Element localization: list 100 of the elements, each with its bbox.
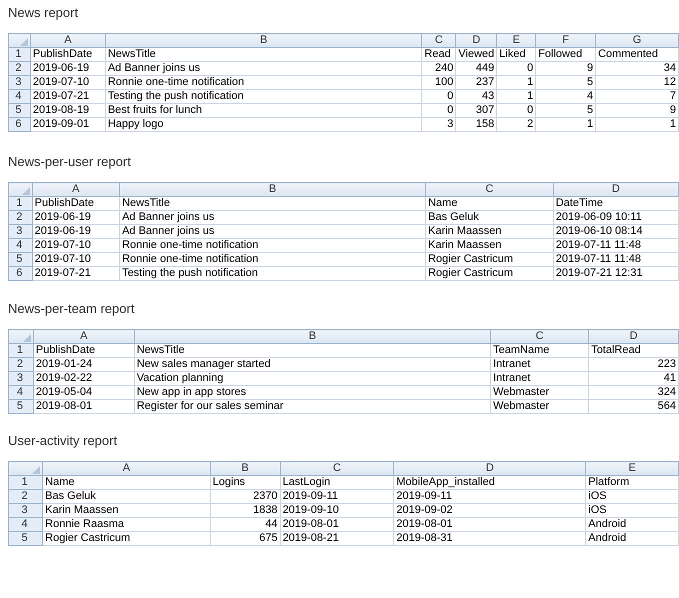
column-header[interactable]: D (456, 34, 497, 48)
column-header[interactable]: A (33, 330, 134, 344)
table-cell: New app in app stores (134, 386, 491, 400)
table-cell: 2019-09-11 (280, 490, 394, 504)
table-cell: 2 (496, 118, 536, 132)
row-number[interactable]: 3 (8, 504, 43, 518)
row-number[interactable]: 2 (8, 358, 34, 372)
table-cell: PublishDate (30, 48, 106, 62)
row-number[interactable]: 4 (8, 90, 30, 104)
table-cell: 2019-07-21 (32, 266, 120, 280)
table-cell: MobileApp_installed (394, 476, 586, 490)
corner-triangle-icon (20, 38, 28, 46)
row-number[interactable]: 6 (8, 118, 30, 132)
column-header[interactable]: A (42, 462, 210, 476)
table-cell: DateTime (553, 196, 678, 210)
column-header[interactable]: A (30, 34, 106, 48)
row-number[interactable]: 3 (8, 372, 34, 386)
table-cell: 2019-08-01 (394, 518, 586, 532)
column-header[interactable]: B (134, 330, 491, 344)
row-number[interactable]: 1 (8, 344, 34, 358)
row-number[interactable]: 3 (8, 224, 32, 238)
table-cell: Liked (496, 48, 536, 62)
table-cell: 0 (422, 90, 456, 104)
select-all-corner[interactable] (8, 330, 34, 344)
table-cell: Karin Maassen (426, 224, 554, 238)
column-header[interactable]: B (210, 462, 280, 476)
row-number[interactable]: 2 (8, 490, 43, 504)
row-number[interactable]: 4 (8, 518, 43, 532)
table-cell: 237 (456, 76, 497, 90)
column-header[interactable]: C (426, 182, 554, 196)
row-number[interactable]: 3 (8, 76, 30, 90)
table-cell: NewsTitle (134, 344, 491, 358)
table-cell: 2019-07-21 12:31 (553, 266, 678, 280)
row-number[interactable]: 4 (8, 238, 32, 252)
row-number[interactable]: 5 (8, 104, 30, 118)
table-cell: 43 (456, 90, 497, 104)
column-header[interactable]: B (120, 182, 426, 196)
table-cell: 2019-02-22 (33, 372, 134, 386)
table-cell: 4 (536, 90, 596, 104)
table-cell: Ronnie Raasma (42, 518, 210, 532)
table-cell: 3 (422, 118, 456, 132)
table-cell: Commented (596, 48, 678, 62)
table-cell: Register for our sales seminar (134, 400, 491, 414)
report-title: News-per-team report (8, 301, 136, 316)
column-header[interactable]: E (496, 34, 536, 48)
table-cell: 9 (536, 62, 596, 76)
table-cell: 44 (210, 518, 280, 532)
select-all-corner[interactable] (8, 462, 43, 476)
table-cell: Testing the push notification (120, 266, 426, 280)
table-cell: 2019-08-01 (33, 400, 134, 414)
row-number[interactable]: 5 (8, 400, 34, 414)
table-cell: Webmaster (490, 400, 589, 414)
table-cell: Best fruits for lunch (105, 104, 422, 118)
column-header[interactable]: F (536, 34, 596, 48)
table-cell: iOS (586, 490, 678, 504)
table-cell: 2019-09-02 (394, 504, 586, 518)
column-header[interactable]: D (553, 182, 678, 196)
table-cell: NewsTitle (120, 196, 426, 210)
column-header[interactable]: A (32, 182, 120, 196)
table-cell: Ronnie one-time notification (120, 238, 426, 252)
row-number[interactable]: 6 (8, 266, 32, 280)
column-header[interactable]: C (422, 34, 456, 48)
row-number[interactable]: 2 (8, 62, 30, 76)
column-header[interactable]: G (596, 34, 678, 48)
row-number[interactable]: 1 (8, 48, 30, 62)
column-header[interactable]: D (394, 462, 586, 476)
column-header[interactable]: E (586, 462, 678, 476)
column-header[interactable]: C (490, 330, 589, 344)
table-cell: Ad Banner joins us (120, 224, 426, 238)
table-cell: iOS (586, 504, 678, 518)
table-cell: LastLogin (280, 476, 394, 490)
table-cell: 2019-08-01 (280, 518, 394, 532)
column-header[interactable]: B (105, 34, 422, 48)
table-cell: 9 (596, 104, 678, 118)
table-cell: 41 (588, 372, 678, 386)
row-number[interactable]: 5 (8, 532, 43, 546)
table-cell: Intranet (490, 372, 589, 386)
table-cell: Name (42, 476, 210, 490)
table-cell: PublishDate (33, 344, 134, 358)
table-cell: 2019-01-24 (33, 358, 134, 372)
table-cell: 1 (596, 118, 678, 132)
select-all-corner[interactable] (8, 182, 32, 196)
column-header[interactable]: C (280, 462, 394, 476)
select-all-corner[interactable] (8, 34, 30, 48)
table-cell: 2019-06-19 (32, 224, 120, 238)
report-title: News report (8, 5, 80, 20)
table-cell: Rogier Castricum (426, 252, 554, 266)
table-cell: 2019-06-09 10:11 (553, 210, 678, 224)
table-cell: 307 (456, 104, 497, 118)
row-number[interactable]: 4 (8, 386, 34, 400)
table-cell: 34 (596, 62, 678, 76)
row-number[interactable]: 1 (8, 196, 32, 210)
table-cell: 2019-07-11 11:48 (553, 252, 678, 266)
row-number[interactable]: 2 (8, 210, 32, 224)
row-number[interactable]: 5 (8, 252, 32, 266)
table-cell: Rogier Castricum (426, 266, 554, 280)
row-number[interactable]: 1 (8, 476, 43, 490)
table-cell: 2019-07-10 (32, 238, 120, 252)
table-cell: 2019-09-10 (280, 504, 394, 518)
column-header[interactable]: D (588, 330, 678, 344)
